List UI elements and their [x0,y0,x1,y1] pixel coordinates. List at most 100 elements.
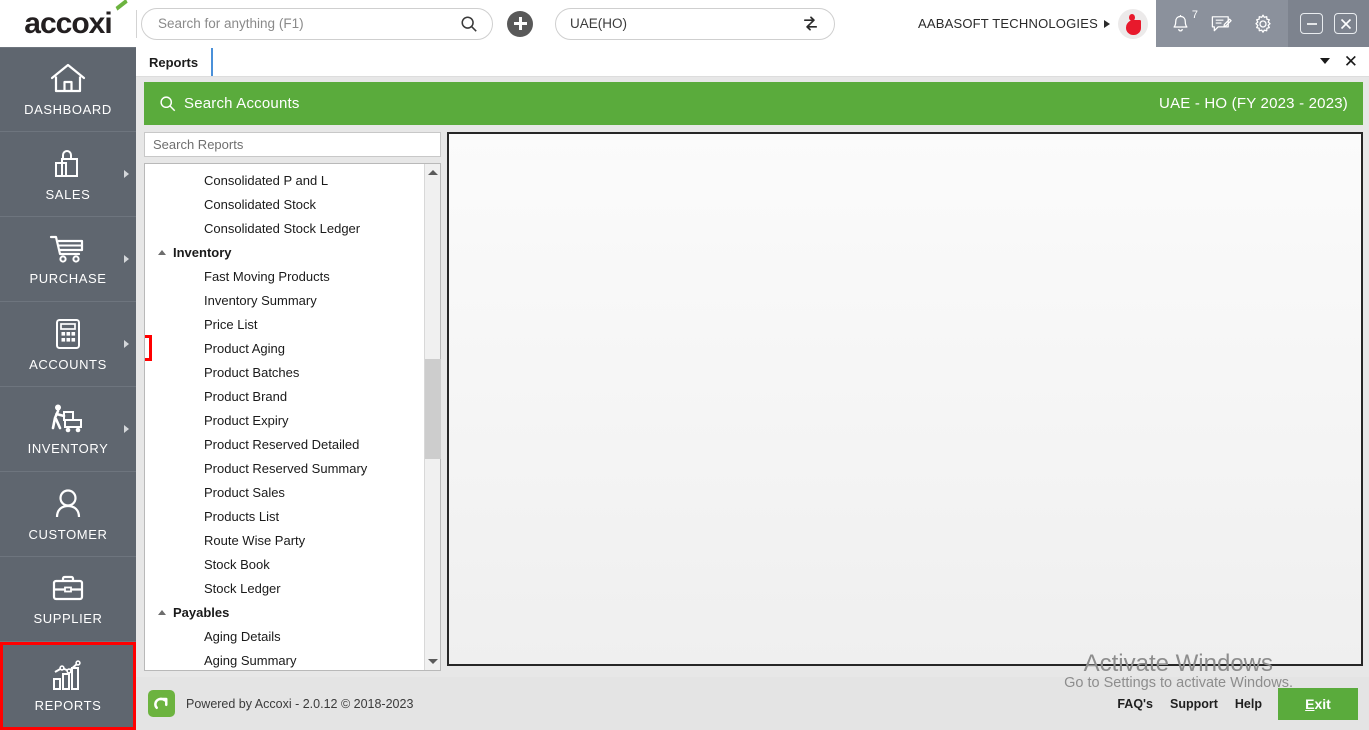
chevron-up-icon [158,249,166,255]
tab-reports[interactable]: Reports [136,48,214,76]
report-item[interactable]: Product Expiry [145,408,424,432]
reports-scrollbar[interactable] [424,164,441,670]
report-item[interactable]: Product Reserved Summary [145,456,424,480]
report-item-label: Product Sales [204,484,285,500]
report-item[interactable]: Aging Summary [145,648,424,670]
search-input[interactable] [156,15,460,32]
branch-selector[interactable]: UAE(HO) [555,7,835,40]
footer-link-support[interactable]: Support [1170,697,1218,711]
chevron-right-icon [1104,19,1110,28]
warehouse-worker-icon [47,403,89,435]
main-area: Reports ✕ Search Accounts UAE - HO (FY 2… [136,47,1369,730]
tab-bar-controls: ✕ [1319,46,1369,76]
footer-link-help[interactable]: Help [1235,697,1262,711]
app-logo: accoxi [0,0,136,47]
chevron-right-icon [124,340,129,348]
swap-icon[interactable] [801,14,820,33]
report-item[interactable]: Inventory Summary [145,288,424,312]
reports-search[interactable] [144,132,441,157]
report-item[interactable]: Product Sales [145,480,424,504]
page-title: Search Accounts [184,95,300,112]
report-item[interactable]: Product Batches [145,360,424,384]
fiscal-context: UAE - HO (FY 2023 - 2023) [1159,95,1348,112]
footer-link-faqs[interactable]: FAQ's [1117,697,1153,711]
tab-bar: Reports ✕ [136,47,1369,77]
report-item[interactable]: Route Wise Party [145,528,424,552]
report-item[interactable]: Consolidated Stock [145,192,424,216]
chevron-right-icon [124,170,129,178]
scroll-down-icon[interactable] [425,653,441,670]
report-item[interactable]: Aging Details [145,624,424,648]
global-search[interactable] [141,7,493,40]
scrollbar-thumb[interactable] [425,359,441,459]
page-header: Search Accounts UAE - HO (FY 2023 - 2023… [144,82,1363,125]
chevron-down-icon[interactable] [1319,58,1330,64]
report-item-label: Consolidated P and L [204,172,329,188]
window-controls [1288,0,1369,47]
report-item[interactable]: Product Aging [145,335,424,361]
sidebar-item-supplier[interactable]: SUPPLIER [0,557,136,642]
home-icon [49,62,87,96]
scroll-up-icon[interactable] [425,164,441,181]
sidebar-item-customer[interactable]: CUSTOMER [0,472,136,557]
sidebar-item-sales[interactable]: SALES [0,132,136,217]
report-item[interactable]: Products List [145,504,424,528]
reports-group-label: Payables [173,604,230,620]
sidebar-item-accounts[interactable]: ACCOUNTS [0,302,136,387]
shopping-cart-icon [48,233,88,265]
report-item-label: Product Expiry [204,412,289,428]
sidebar-item-reports[interactable]: REPORTS [0,642,136,730]
report-item[interactable]: Product Reserved Detailed [145,432,424,456]
avatar[interactable] [1118,8,1148,39]
report-item-label: Aging Details [204,628,281,644]
report-item[interactable]: Consolidated P and L [145,168,424,192]
selection-highlight-box [145,335,152,361]
chevron-right-icon [124,425,129,433]
briefcase-icon [49,573,87,605]
report-item[interactable]: Fast Moving Products [145,264,424,288]
report-item[interactable]: Product Brand [145,384,424,408]
message-edit-icon[interactable] [1210,13,1233,35]
sidebar-item-inventory[interactable]: INVENTORY [0,387,136,472]
chevron-up-icon [158,609,166,615]
organization-menu[interactable]: AABASOFT TECHNOLOGIES [918,0,1156,47]
powered-by-text: Powered by Accoxi - 2.0.12 © 2018-2023 [186,696,414,711]
body-area: Consolidated P and L Consolidated Stock Co… [136,125,1369,674]
system-icons: 7 [1156,0,1288,47]
report-item[interactable]: Stock Ledger [145,576,424,600]
report-item-label: Product Aging [204,340,285,356]
search-icon [159,95,176,112]
report-item-label: Consolidated Stock [204,196,317,212]
report-item-label: Route Wise Party [204,532,306,548]
gear-icon[interactable] [1252,13,1274,35]
report-item[interactable]: Consolidated Stock Ledger [145,216,424,240]
close-tab-icon[interactable]: ✕ [1344,53,1358,70]
bell-icon[interactable]: 7 [1170,9,1198,35]
close-icon[interactable] [1334,13,1357,34]
calculator-icon [52,317,84,351]
add-new-button[interactable] [507,10,533,37]
report-item-label: Product Reserved Detailed [204,436,360,452]
person-icon [51,487,85,521]
minimize-icon[interactable] [1300,13,1323,34]
accoxi-mark-icon [148,690,175,717]
search-reports-input[interactable] [151,136,434,153]
sidebar-item-label: REPORTS [34,697,102,713]
avatar-drop-big [1126,19,1141,35]
reports-group-inventory[interactable]: Inventory [145,240,424,264]
report-item[interactable]: Stock Book [145,552,424,576]
sidebar-item-label: PURCHASE [29,270,107,286]
logo-check-accent [113,0,128,11]
sidebar-item-purchase[interactable]: PURCHASE [0,217,136,302]
exit-button[interactable]: Exit [1278,687,1358,720]
organization-name: AABASOFT TECHNOLOGIES [918,16,1098,31]
application-window: accoxi UAE(HO) AABASOF [0,0,1369,730]
report-item-label: Inventory Summary [204,292,317,308]
report-item-label: Aging Summary [204,652,297,668]
report-item[interactable]: Price List [145,312,424,336]
sidebar-item-dashboard[interactable]: DASHBOARD [0,47,136,132]
bar-chart-icon [49,659,87,692]
reports-group-payables[interactable]: Payables [145,600,424,624]
sidebar-navigation: DASHBOARD SALES PURCHASE ACCOUNTS INVENT… [0,47,136,730]
logo-divider [136,9,137,38]
